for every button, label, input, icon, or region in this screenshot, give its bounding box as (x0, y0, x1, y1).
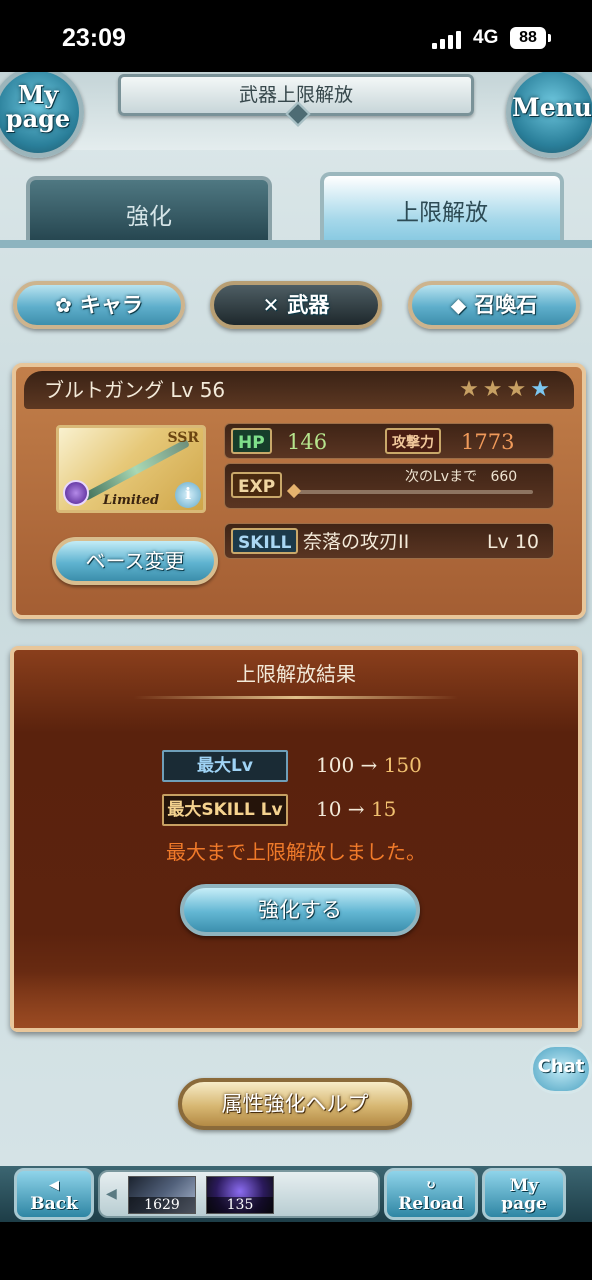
status-time: 23:09 (62, 24, 126, 52)
result-divider (134, 696, 458, 699)
star-icon: ★ (459, 377, 483, 402)
result-panel: 上限解放結果 最大Lv 100 → 150 最大SKILL Lv 10 → 15… (10, 646, 582, 1032)
max-skill-change: 10 → 15 (316, 797, 396, 821)
tab-limit-break[interactable]: 上限解放 (320, 172, 564, 248)
category-weapon-label: 武器 (287, 293, 330, 317)
exp-label: EXP (231, 472, 283, 498)
weapon-icon: ✕ (262, 293, 280, 317)
footer-mypage-label-2: page (501, 1194, 547, 1214)
hp-label: HP (231, 428, 272, 454)
reload-button[interactable]: ↻ Reload (384, 1168, 478, 1220)
next-level-text: 次のLvまで 660 (405, 466, 517, 486)
panel-decoration (14, 972, 578, 1028)
dark-element-icon (63, 480, 89, 506)
element-help-button[interactable]: 属性強化ヘルプ (178, 1078, 412, 1130)
max-lv-from: 100 → (316, 753, 378, 777)
atk-label: 攻撃力 (385, 428, 441, 454)
stat-row-hp-atk: HP 146 攻撃力 1773 (224, 423, 554, 459)
item-count: 1629 (129, 1197, 195, 1213)
max-lv-to: 150 (383, 753, 422, 777)
page-title: 武器上限解放 (118, 74, 474, 116)
sword-image (82, 438, 190, 502)
enhance-button[interactable]: 強化する (180, 884, 420, 936)
uncap-stars: ★★★★ (459, 371, 554, 409)
back-label: Back (30, 1194, 78, 1214)
limited-tag: Limited (103, 493, 160, 508)
max-skill-label: 最大SKILL Lv (162, 794, 288, 826)
next-level-value: 660 (490, 469, 518, 485)
result-title: 上限解放結果 (236, 662, 356, 686)
skill-label: SKILL (231, 528, 299, 554)
menu-label: Menu (512, 93, 592, 122)
weapon-panel: ブルトガング Lv 56 ★★★★ SSR Limited i ベース変更 HP… (12, 363, 586, 619)
reload-label: Reload (398, 1194, 464, 1214)
footer-mypage-label-1: My (509, 1176, 539, 1196)
battery-icon: 88 (510, 27, 551, 49)
weapon-name: ブルトガング Lv 56 (44, 378, 226, 402)
category-chara-label: キャラ (79, 293, 143, 317)
game-screen: 武器上限解放 My page Menu 強化 上限解放 ✿ キャラ ✕ 武器 ◆ 召喚… (0, 72, 592, 1166)
reload-icon: ↻ (425, 1178, 437, 1193)
footer-bar: ◀ Back ◀ 1629 135 ↻ Reload My page (0, 1166, 592, 1222)
star-icon: ★ (530, 377, 554, 402)
tray-left-arrow-icon[interactable]: ◀ (106, 1186, 117, 1202)
signal-icon (432, 31, 461, 49)
weapon-thumbnail[interactable]: SSR Limited i (56, 425, 206, 513)
max-skill-from: 10 → (316, 797, 365, 821)
status-bar: 23:09 4G 88 (0, 0, 592, 72)
chat-button[interactable]: Chat (530, 1044, 592, 1094)
back-button[interactable]: ◀ Back (14, 1168, 94, 1220)
item-tray: ◀ 1629 135 (98, 1170, 380, 1218)
category-summon-button[interactable]: ◆ 召喚石 (408, 281, 580, 329)
stat-row-exp: EXP 次のLvまで 660 (224, 463, 554, 509)
skill-name: 奈落の攻刃II (303, 531, 410, 553)
exp-progress-bar (295, 490, 533, 494)
max-lv-label: 最大Lv (162, 750, 288, 782)
back-arrow-icon: ◀ (49, 1178, 59, 1193)
max-lv-change: 100 → 150 (316, 753, 422, 777)
weapon-name-bar: ブルトガング Lv 56 ★★★★ (24, 371, 574, 409)
summon-icon: ◆ (450, 293, 467, 317)
category-chara-button[interactable]: ✿ キャラ (13, 281, 185, 329)
atk-value: 1773 (461, 430, 515, 454)
next-level-label: 次のLvまで (405, 469, 478, 485)
home-indicator-area (0, 1222, 592, 1280)
info-icon[interactable]: i (175, 482, 201, 508)
star-icon: ★ (482, 377, 507, 402)
max-skill-to: 15 (370, 797, 397, 821)
hp-value: 146 (287, 430, 328, 454)
chara-icon: ✿ (55, 293, 72, 317)
footer-mypage-button[interactable]: My page (482, 1168, 566, 1220)
network-label: 4G (473, 27, 499, 48)
item-slot[interactable]: 1629 (128, 1176, 196, 1214)
item-slot[interactable]: 135 (206, 1176, 274, 1214)
tab-divider (0, 240, 592, 248)
category-weapon-button[interactable]: ✕ 武器 (210, 281, 382, 329)
star-icon: ★ (506, 377, 531, 402)
skill-level: Lv 10 (486, 531, 539, 553)
category-summon-label: 召喚石 (474, 293, 538, 317)
rarity-badge: SSR (167, 430, 199, 446)
result-message: 最大まで上限解放しました。 (166, 840, 426, 864)
mypage-label-2: page (5, 104, 71, 133)
stat-row-skill[interactable]: SKILL 奈落の攻刃II Lv 10 (224, 523, 554, 559)
base-change-button[interactable]: ベース変更 (52, 537, 218, 585)
tab-enhance[interactable]: 強化 (26, 176, 272, 248)
item-count: 135 (207, 1197, 273, 1213)
